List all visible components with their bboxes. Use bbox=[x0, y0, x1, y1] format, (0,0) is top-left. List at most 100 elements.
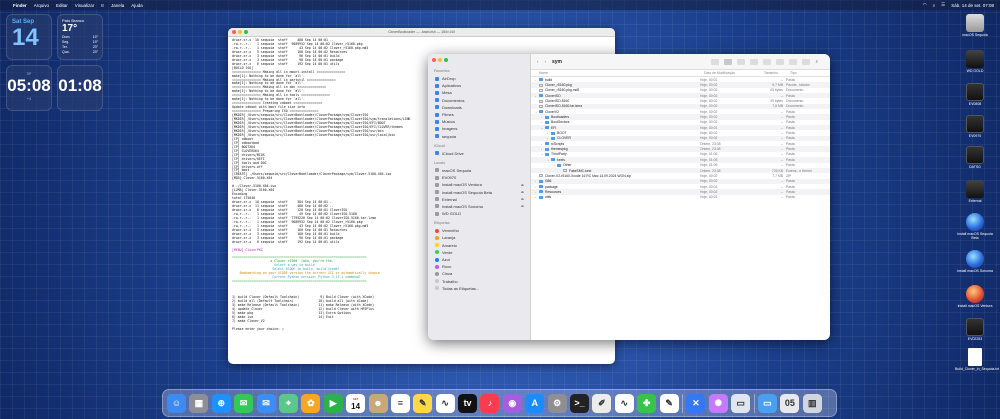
column-kind[interactable]: Tipo bbox=[790, 71, 830, 75]
desktop-icon[interactable]: EV0808 bbox=[955, 83, 995, 106]
file-row[interactable]: ⌄ ThirdParty Hoje, 01:06 -- Pasta bbox=[531, 152, 830, 157]
desktop-icon[interactable]: External bbox=[955, 180, 995, 203]
clock-widget-2[interactable]: 01:08 bbox=[57, 65, 103, 111]
desktop-icon[interactable]: Build_Clover_in_Sequoia.txt bbox=[955, 348, 999, 371]
sidebar-item[interactable]: iCloud Drive bbox=[432, 150, 526, 157]
file-row[interactable]: › rcScripts Ontem, 23:38 -- Pasta bbox=[531, 141, 830, 146]
desktop-icon[interactable]: Install macOS Sequoia Beta bbox=[955, 213, 995, 240]
file-row[interactable]: › Resources Hoje, 00:02 -- Pasta bbox=[531, 189, 830, 195]
desktop-icon[interactable]: DATSG bbox=[955, 146, 995, 169]
zoom-button[interactable] bbox=[444, 58, 448, 62]
dock-system-settings[interactable]: ⚙ bbox=[547, 393, 567, 413]
menubar-clock[interactable]: Sáb. 14 de set. 07:08 bbox=[951, 3, 994, 8]
sidebar-item[interactable]: Install macOS Ventura ⏏ bbox=[432, 181, 526, 188]
clock-widget-sp[interactable]: SP 05:08 +4 bbox=[6, 65, 52, 111]
zoom-button[interactable] bbox=[244, 30, 248, 34]
desktop-icon[interactable]: EV0970 bbox=[955, 115, 995, 138]
file-row[interactable]: › package Hoje, 00:01 -- Pasta bbox=[531, 184, 830, 189]
search-icon[interactable]: ⌕ bbox=[815, 59, 818, 64]
dock-xcode[interactable]: ✕ bbox=[686, 393, 706, 413]
group-button[interactable] bbox=[763, 58, 772, 65]
dock-facetime[interactable]: ▶ bbox=[323, 393, 343, 413]
menu-ajuda[interactable]: Ajuda bbox=[131, 3, 143, 8]
tag-button[interactable] bbox=[789, 58, 798, 65]
sidebar-item[interactable]: Roxo bbox=[432, 263, 526, 270]
file-row[interactable]: › BootSectors Hoje, 00:02 -- Pasta bbox=[531, 120, 830, 125]
dock-terminal[interactable]: >_ bbox=[570, 393, 590, 413]
dock-freeform[interactable]: ∿ bbox=[435, 393, 455, 413]
close-button[interactable] bbox=[232, 30, 236, 34]
dock-contacts[interactable]: ☻ bbox=[368, 393, 388, 413]
calendar-widget[interactable]: Sat Sep 14 bbox=[6, 14, 52, 60]
terminal-titlebar[interactable]: CloverBootloader — -bash/zsh — 184×140 bbox=[228, 28, 615, 37]
file-row[interactable]: ⌄ EFI Hoje, 00:01 -- Pasta bbox=[531, 125, 830, 131]
sidebar-item[interactable]: Verde bbox=[432, 249, 526, 256]
dock-notes[interactable]: ✎ bbox=[413, 393, 433, 413]
sidebar-item[interactable]: sequoia bbox=[432, 133, 526, 140]
dock-maps[interactable]: ⌖ bbox=[278, 393, 298, 413]
dock-messages[interactable]: ✉ bbox=[234, 393, 254, 413]
sidebar-item[interactable]: Música bbox=[432, 118, 526, 125]
more-button[interactable] bbox=[802, 58, 811, 65]
file-row[interactable]: CloverISO-5160.tar.lzma Hoje, 00:02 7,8 MB… bbox=[531, 103, 830, 110]
menu-janela[interactable]: Janela bbox=[111, 3, 124, 8]
menu-visualizar[interactable]: Visualizar bbox=[75, 3, 94, 8]
file-row[interactable]: ⌄ CloverV2 Hoje, 00:02 -- Pasta bbox=[531, 109, 830, 114]
sidebar-item[interactable]: Trabalho bbox=[432, 278, 526, 285]
desktop-icon[interactable]: macOS Sequoia bbox=[955, 14, 995, 37]
column-name[interactable]: Nome bbox=[539, 71, 704, 75]
sidebar-item[interactable]: Laranja bbox=[432, 234, 526, 241]
file-row[interactable]: › themespkg Ontem, 23:38 -- Pasta bbox=[531, 146, 830, 152]
dock-textedit[interactable]: ✎ bbox=[659, 393, 679, 413]
file-row[interactable]: ⌄ Other Hoje, 01:05 -- Pasta bbox=[531, 163, 830, 168]
minimize-button[interactable] bbox=[238, 30, 242, 34]
finder-window[interactable]: Favoritos AirDrop Aplicativos Mesa Documento… bbox=[428, 54, 830, 340]
eject-icon[interactable]: ⏏ bbox=[521, 204, 524, 208]
dock-photos[interactable]: ✿ bbox=[301, 393, 321, 413]
file-row[interactable]: CloverISO-5160 Hoje, 00:02 49 bytes Documen… bbox=[531, 98, 830, 103]
dock-calendar[interactable]: SET 14 bbox=[346, 393, 366, 413]
gallery-view-button[interactable] bbox=[750, 58, 759, 65]
menu-arquivo[interactable]: Arquivo bbox=[34, 3, 49, 8]
forward-icon[interactable]: › bbox=[545, 59, 547, 64]
column-date[interactable]: Data de Modificação bbox=[704, 71, 764, 75]
file-row[interactable]: FakeSMC.kext Ontem, 23:38 726 KB Extens...e… bbox=[531, 167, 830, 174]
eject-icon[interactable]: ⏏ bbox=[521, 190, 524, 194]
dock-tv[interactable]: tv bbox=[458, 393, 478, 413]
sidebar-item[interactable]: Documentos bbox=[432, 97, 526, 104]
dock-clover-configurator[interactable]: ✤ bbox=[637, 393, 657, 413]
desktop-icon[interactable]: Install macOS Sonoma bbox=[955, 250, 995, 273]
sidebar-item[interactable]: Imagens bbox=[432, 125, 526, 132]
sidebar-item[interactable]: Aplicativos bbox=[432, 82, 526, 89]
dock-iris[interactable]: ✺ bbox=[708, 393, 728, 413]
file-row[interactable]: Clover-V2-r5160-Xcode 16 RC Mac 14.09.20… bbox=[531, 173, 830, 178]
list-view-button[interactable] bbox=[724, 58, 733, 65]
dock-trash[interactable]: ▥ bbox=[802, 393, 822, 413]
file-row[interactable]: Clover_r5160.pkg Hoje, 00:02 9,7 MB Pacote.… bbox=[531, 82, 830, 88]
sidebar-item[interactable]: Todas as Etiquetas... bbox=[432, 285, 526, 292]
menu-ir[interactable]: Ir bbox=[101, 3, 104, 8]
sidebar-item[interactable]: Vermelho bbox=[432, 227, 526, 234]
desktop-icon[interactable]: Install macOS Ventura bbox=[955, 285, 995, 308]
sidebar-item[interactable]: AirDrop bbox=[432, 75, 526, 82]
sidebar-item[interactable]: Filmes bbox=[432, 111, 526, 118]
search-icon[interactable]: ⌕ bbox=[933, 3, 936, 8]
dock-script-editor[interactable]: ✐ bbox=[592, 393, 612, 413]
file-row[interactable]: › build Hoje, 00:01 -- Pasta bbox=[531, 77, 830, 82]
share-button[interactable] bbox=[776, 58, 785, 65]
wifi-icon[interactable]: ◠ bbox=[923, 2, 927, 8]
dock-reminders[interactable]: ≡ bbox=[390, 393, 410, 413]
dock-app-store[interactable]: A bbox=[525, 393, 545, 413]
eject-icon[interactable]: ⏏ bbox=[521, 183, 524, 187]
dock-os-badge[interactable]: 05 bbox=[780, 393, 800, 413]
file-row[interactable]: Clover_r5160.pkg.md5 Hoje, 00:02 43 bytes D… bbox=[531, 88, 830, 93]
sidebar-item[interactable]: External ⏏ bbox=[432, 196, 526, 203]
desktop-icon[interactable]: WD GOLD bbox=[955, 50, 995, 73]
sidebar-item[interactable]: macOS Sequoia bbox=[432, 167, 526, 174]
menu-finder[interactable]: Finder bbox=[13, 3, 27, 8]
sidebar-item[interactable]: Amarelo bbox=[432, 242, 526, 249]
sidebar-item[interactable]: Install macOS Sonoma ⏏ bbox=[432, 203, 526, 210]
column-view-button[interactable] bbox=[737, 58, 746, 65]
minimize-button[interactable] bbox=[438, 58, 442, 62]
sidebar-item[interactable]: Install macOS Sequoia Beta ⏏ bbox=[432, 188, 526, 195]
